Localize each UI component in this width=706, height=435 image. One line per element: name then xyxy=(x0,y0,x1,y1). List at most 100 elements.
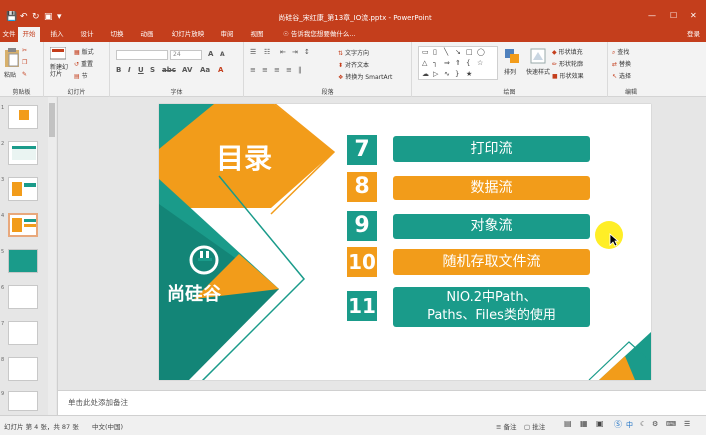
toc-number[interactable]: 10 xyxy=(347,247,377,277)
slide-title[interactable]: 目录 xyxy=(216,137,272,177)
reset-button[interactable]: ↺ 重置 xyxy=(74,59,93,68)
arrange-button[interactable]: 排列 xyxy=(504,67,516,76)
toc-topic[interactable]: 数据流 xyxy=(393,176,590,200)
ime-keyboard-icon[interactable]: ⌨ xyxy=(666,420,676,428)
slide-thumbnail[interactable] xyxy=(8,285,38,309)
paste-icon[interactable] xyxy=(4,48,20,68)
change-case-button[interactable]: Aa xyxy=(200,66,210,74)
layout-button[interactable]: ▦ 版式 xyxy=(74,47,94,56)
strikethrough-button[interactable]: S xyxy=(150,66,155,74)
ime-more-icon[interactable]: ☰ xyxy=(684,420,690,428)
copy-button[interactable]: ❐ xyxy=(22,59,29,66)
quick-styles-icon[interactable] xyxy=(530,48,546,64)
tab-design[interactable]: 设计 xyxy=(76,27,98,42)
replace-button[interactable]: ⇄ 替换 xyxy=(612,59,631,68)
align-center-icon[interactable]: ≡ xyxy=(262,66,268,74)
ime-settings-icon[interactable]: ⚙ xyxy=(652,420,658,428)
quick-styles-button[interactable]: 快速样式 xyxy=(526,67,550,76)
close-button[interactable]: ✕ xyxy=(690,11,697,20)
shape-outline-button[interactable]: ✏ 形状轮廓 xyxy=(552,59,583,68)
arrange-icon[interactable] xyxy=(504,48,520,64)
start-from-beginning-icon[interactable]: ▣ xyxy=(44,12,53,22)
input-method-icon[interactable]: Ⓢ xyxy=(614,419,622,430)
grow-font-icon[interactable]: A xyxy=(208,50,213,58)
char-spacing-button[interactable]: AV xyxy=(182,66,192,74)
slide-thumbnail[interactable] xyxy=(8,249,38,273)
tab-view[interactable]: 视图 xyxy=(246,27,268,42)
slide-thumbnail[interactable] xyxy=(8,141,38,165)
minimize-button[interactable]: — xyxy=(648,11,656,20)
undo-icon[interactable]: ↶ xyxy=(20,12,28,22)
increase-indent-icon[interactable]: ⇥ xyxy=(292,48,298,56)
new-slide-icon[interactable] xyxy=(50,47,66,61)
sign-in-link[interactable]: 登录 xyxy=(687,27,700,42)
toc-number[interactable]: 9 xyxy=(347,211,377,241)
tab-file[interactable]: 文件 xyxy=(0,27,18,42)
tab-slideshow[interactable]: 幻灯片放映 xyxy=(166,27,210,42)
notes-toggle[interactable]: ≡ 备注 xyxy=(496,421,517,431)
columns-icon[interactable]: ∥ xyxy=(298,66,302,74)
text-direction-button[interactable]: ⇅ 文字方向 xyxy=(338,48,369,57)
font-name-combo[interactable] xyxy=(116,50,168,60)
tab-home[interactable]: 开始 xyxy=(18,27,40,42)
font-size-combo[interactable]: 24 xyxy=(170,50,202,60)
reading-view-icon[interactable]: ▣ xyxy=(596,419,604,428)
toc-number[interactable]: 8 xyxy=(347,172,377,202)
slide-thumbnail-selected[interactable] xyxy=(8,213,38,237)
cut-button[interactable]: ✂ xyxy=(22,47,29,54)
comments-toggle[interactable]: ▢ 批注 xyxy=(524,421,545,431)
scrollbar-thumb[interactable] xyxy=(49,103,55,137)
slide-canvas[interactable]: 目录 尚硅谷 7 打印流 8 数据流 9 对象流 10 随机存取文件流 11 N… xyxy=(159,104,651,380)
shrink-font-icon[interactable]: A xyxy=(220,51,225,58)
slide-thumbnail[interactable] xyxy=(8,177,38,201)
slide-thumbnail[interactable] xyxy=(8,391,38,411)
tell-me-search[interactable]: ☉ 告诉我您想要做什么... xyxy=(283,27,356,42)
slide-thumbnail[interactable] xyxy=(8,105,38,129)
strike-abc-button[interactable]: abc xyxy=(162,66,176,74)
italic-button[interactable]: I xyxy=(128,66,131,74)
decrease-indent-icon[interactable]: ⇤ xyxy=(280,48,286,56)
notes-pane[interactable]: 单击此处添加备注 xyxy=(58,390,706,415)
save-icon[interactable]: 💾 xyxy=(6,12,17,22)
shapes-gallery[interactable]: ▭ ▯ ╲ ↘ □ ◯ △ ┐ ⇒ ⇑ { ☆ ☁ ▷ ∿ } ★ xyxy=(418,46,498,80)
line-spacing-icon[interactable]: ↕ xyxy=(304,48,310,56)
tab-transitions[interactable]: 切换 xyxy=(106,27,128,42)
format-painter-button[interactable]: ✎ xyxy=(22,71,29,78)
slide-sorter-icon[interactable]: ▦ xyxy=(580,419,588,428)
align-right-icon[interactable]: ≡ xyxy=(274,66,280,74)
select-button[interactable]: ↖ 选择 xyxy=(612,71,631,80)
thumbnail-scrollbar[interactable] xyxy=(48,97,56,415)
align-left-icon[interactable]: ≡ xyxy=(250,66,256,74)
notes-placeholder[interactable]: 单击此处添加备注 xyxy=(68,397,128,408)
shape-fill-button[interactable]: ◆ 形状填充 xyxy=(552,47,583,56)
find-button[interactable]: ⌕ 查找 xyxy=(612,47,629,57)
customize-quick-access-icon[interactable]: ▾ xyxy=(57,12,62,22)
toc-number[interactable]: 7 xyxy=(347,135,377,165)
font-color-button[interactable]: A xyxy=(218,66,223,74)
paste-button[interactable]: 粘贴 xyxy=(4,70,16,79)
underline-button[interactable]: U xyxy=(138,66,144,74)
toc-topic[interactable]: 对象流 xyxy=(393,214,590,239)
smartart-button[interactable]: ❖ 转换为 SmartArt xyxy=(338,72,392,81)
section-button[interactable]: ▤ 节 xyxy=(74,71,88,80)
justify-icon[interactable]: ≡ xyxy=(286,66,292,74)
toc-topic[interactable]: NIO.2中Path、Paths、Files类的使用 xyxy=(393,287,590,327)
new-slide-button[interactable]: 新建幻灯片 xyxy=(50,64,72,78)
ime-tools-icon[interactable]: ☾ xyxy=(640,420,646,428)
normal-view-icon[interactable]: ▤ xyxy=(564,419,572,428)
bullets-icon[interactable]: ☰ xyxy=(250,48,256,56)
align-text-button[interactable]: ⬍ 对齐文本 xyxy=(338,60,369,69)
toc-topic[interactable]: 随机存取文件流 xyxy=(393,249,590,275)
tab-insert[interactable]: 插入 xyxy=(46,27,68,42)
tab-animations[interactable]: 动画 xyxy=(136,27,158,42)
numbering-icon[interactable]: ☷ xyxy=(264,48,270,56)
shape-effects-button[interactable]: ■ 形状效果 xyxy=(552,71,584,80)
toc-topic[interactable]: 打印流 xyxy=(393,136,590,162)
slide-thumbnail[interactable] xyxy=(8,357,38,381)
maximize-button[interactable]: ☐ xyxy=(670,11,677,20)
tab-review[interactable]: 审阅 xyxy=(216,27,238,42)
toc-number[interactable]: 11 xyxy=(347,291,377,321)
bold-button[interactable]: B xyxy=(116,66,121,74)
language-indicator[interactable]: 中文(中国) xyxy=(92,421,123,431)
redo-icon[interactable]: ↻ xyxy=(32,12,40,22)
